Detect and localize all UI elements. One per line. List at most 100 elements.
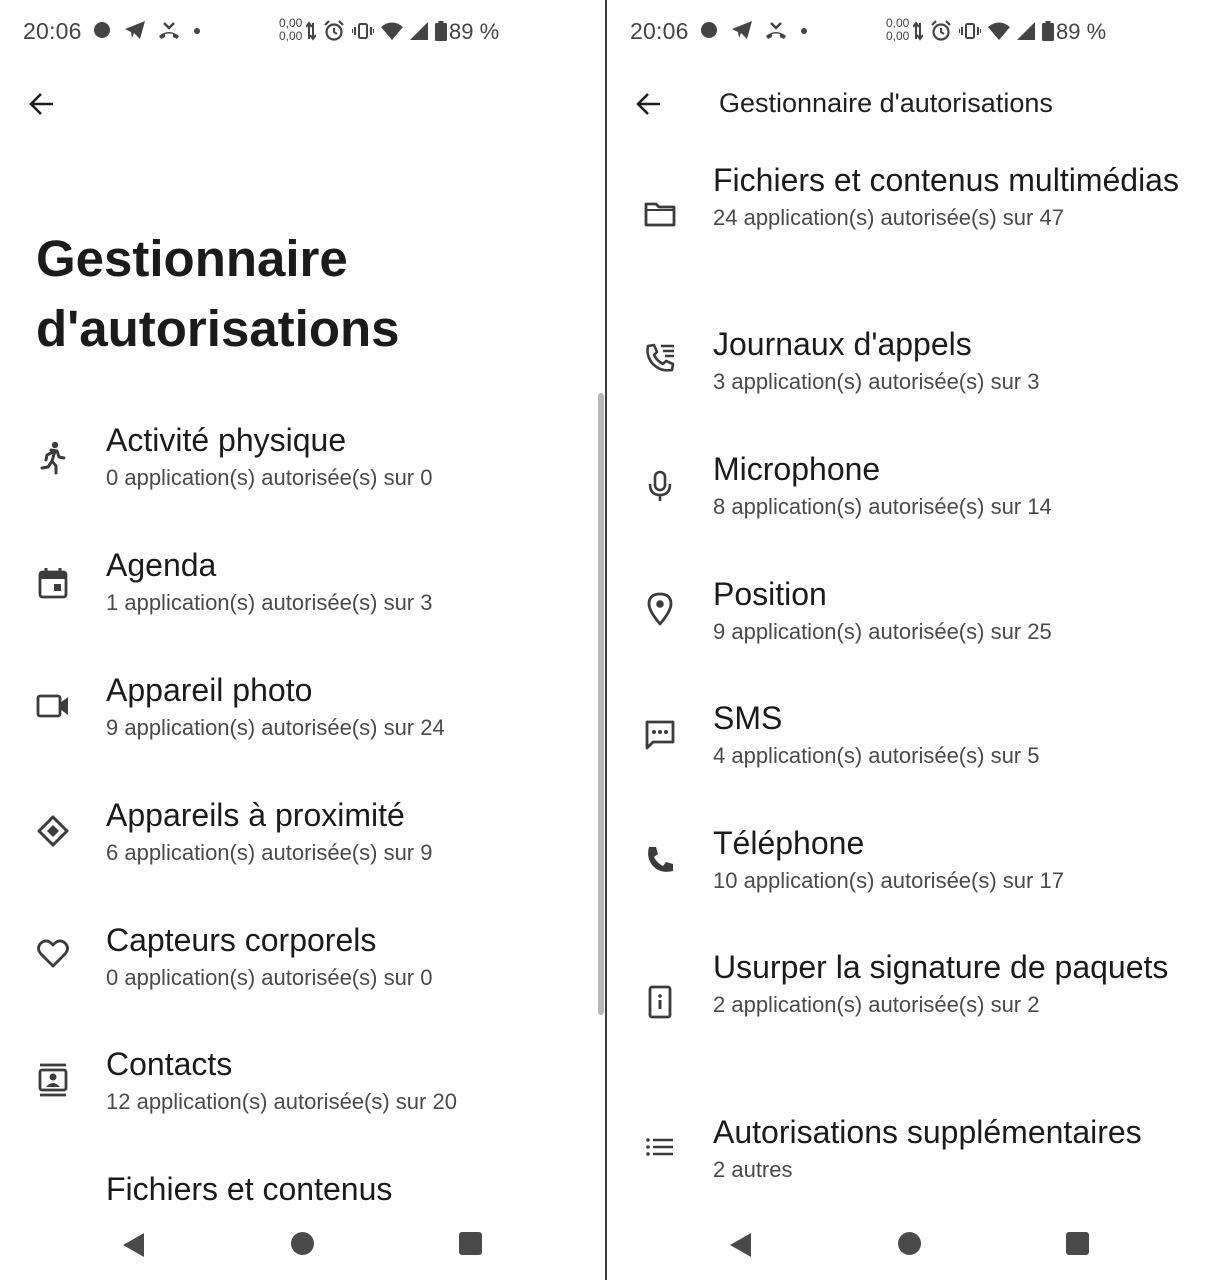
- permission-title: Autorisations supplémentaires: [713, 1114, 1142, 1150]
- battery-percent: 89 %: [449, 19, 500, 44]
- permission-count: 4 application(s) autorisée(s) sur 5: [713, 743, 1040, 768]
- battery-percent: 89 %: [1056, 19, 1107, 44]
- alarm-icon: [931, 20, 951, 41]
- permission-item-contacts[interactable]: Contacts 12 application(s) autorisée(s) …: [0, 1044, 606, 1154]
- battery-icon: [1042, 21, 1054, 41]
- permission-count: 9 application(s) autorisée(s) sur 25: [713, 619, 1052, 644]
- permission-title: Position: [713, 576, 827, 612]
- back-button[interactable]: [24, 86, 60, 122]
- permission-item-position[interactable]: Position 9 application(s) autorisée(s) s…: [607, 574, 1212, 684]
- nav-home-icon[interactable]: [898, 1232, 921, 1255]
- permission-item-fichiers-multimedias[interactable]: Fichiers et contenus multimédias 24 appl…: [607, 160, 1212, 280]
- package-signature-icon: [641, 983, 679, 1021]
- permission-item-journaux-appels[interactable]: Journaux d'appels 3 application(s) autor…: [607, 324, 1212, 434]
- permission-item-capteurs-corporels[interactable]: Capteurs corporels 0 application(s) auto…: [0, 920, 606, 1030]
- wifi-icon: [381, 22, 403, 40]
- arrow-back-icon: [636, 93, 660, 115]
- network-speed: 0,00 0,00: [886, 16, 910, 43]
- telegram-icon: [125, 21, 145, 39]
- camera-icon: [34, 687, 72, 725]
- vibrate-icon: [959, 23, 981, 39]
- messenger-icon: [701, 22, 717, 38]
- permission-item-usurper-signature[interactable]: Usurper la signature de paquets 2 applic…: [607, 947, 1212, 1067]
- permission-title: Activité physique: [106, 422, 347, 458]
- alarm-icon: [324, 20, 344, 41]
- walking-icon: [34, 439, 72, 477]
- permission-title: Contacts: [106, 1046, 233, 1082]
- list-icon: [641, 1128, 679, 1166]
- cell-signal-icon: [410, 22, 428, 40]
- permission-title: Fichiers et contenus: [106, 1171, 393, 1207]
- permission-item-telephone[interactable]: Téléphone 10 application(s) autorisée(s)…: [607, 823, 1212, 933]
- folder-icon: [641, 195, 679, 233]
- microphone-icon: [641, 467, 679, 505]
- status-bar: 20:06 0,00 0,00 89 %: [607, 0, 1212, 62]
- permission-title: Fichiers et contenus multimédias: [713, 162, 1179, 198]
- notification-icons: [92, 20, 202, 40]
- system-icons: [306, 20, 447, 42]
- navigation-bar: [607, 1218, 1212, 1280]
- permission-count: 0 application(s) autorisée(s) sur 0: [106, 965, 433, 990]
- permission-title: Appareil photo: [106, 672, 313, 708]
- permission-count: 12 application(s) autorisée(s) sur 20: [106, 1089, 457, 1114]
- contacts-icon: [34, 1061, 72, 1099]
- navigation-bar: [0, 1218, 606, 1280]
- permission-count: 2 autres: [713, 1157, 793, 1182]
- permission-count: 1 application(s) autorisée(s) sur 3: [106, 590, 433, 615]
- permission-title: Capteurs corporels: [106, 922, 377, 958]
- permission-count: 10 application(s) autorisée(s) sur 17: [713, 868, 1064, 893]
- nav-back-icon[interactable]: [122, 1232, 146, 1258]
- permission-item-activite-physique[interactable]: Activité physique 0 application(s) autor…: [0, 420, 606, 530]
- nav-back-icon[interactable]: [729, 1232, 753, 1258]
- call-log-icon: [641, 340, 679, 378]
- permission-title: SMS: [713, 700, 783, 736]
- battery-icon: [435, 21, 447, 41]
- nav-home-icon[interactable]: [291, 1232, 314, 1255]
- data-transfer-icon: [913, 21, 923, 41]
- toolbar-title: Gestionnaire d'autorisations: [719, 88, 1053, 118]
- system-icons: [913, 20, 1054, 42]
- permission-count: 9 application(s) autorisée(s) sur 24: [106, 715, 445, 740]
- permission-count: 6 application(s) autorisée(s) sur 9: [106, 840, 433, 865]
- cell-signal-icon: [1017, 22, 1035, 40]
- heart-icon: [34, 935, 72, 973]
- nav-recents-icon[interactable]: [459, 1232, 482, 1255]
- scrollbar[interactable]: [598, 393, 604, 1015]
- permission-item-agenda[interactable]: Agenda 1 application(s) autorisée(s) sur…: [0, 545, 606, 655]
- permission-item-sms[interactable]: SMS 4 application(s) autorisée(s) sur 5: [607, 698, 1212, 808]
- status-time: 20:06: [630, 18, 689, 44]
- phone-icon: [641, 841, 679, 879]
- permission-count: 0 application(s) autorisée(s) sur 0: [106, 465, 433, 490]
- permission-item-appareils-proximite[interactable]: Appareils à proximité 6 application(s) a…: [0, 795, 606, 905]
- page-title: Gestionnaire d'autorisations: [36, 230, 400, 357]
- vibrate-icon: [352, 23, 374, 39]
- permission-title: Microphone: [713, 451, 881, 487]
- dot-icon: [801, 28, 807, 34]
- calendar-icon: [34, 564, 72, 602]
- location-pin-icon: [641, 590, 679, 628]
- dot-icon: [194, 28, 200, 34]
- nearby-icon: [34, 812, 72, 850]
- missed-call-icon: [766, 22, 786, 39]
- messenger-icon: [94, 22, 110, 38]
- permission-title: Usurper la signature de paquets: [713, 949, 1169, 985]
- permission-title: Appareils à proximité: [106, 797, 405, 833]
- permission-title: Téléphone: [713, 825, 865, 861]
- missed-call-icon: [159, 22, 179, 39]
- nav-recents-icon[interactable]: [1066, 1232, 1089, 1255]
- permission-count: 3 application(s) autorisée(s) sur 3: [713, 369, 1040, 394]
- permission-item-appareil-photo[interactable]: Appareil photo 9 application(s) autorisé…: [0, 670, 606, 780]
- telegram-icon: [732, 21, 752, 39]
- permission-item-autorisations-supplementaires[interactable]: Autorisations supplémentaires 2 autres: [607, 1112, 1212, 1202]
- permission-count: 2 application(s) autorisée(s) sur 2: [713, 992, 1040, 1017]
- back-button[interactable]: [631, 86, 667, 122]
- notification-icons: [699, 20, 809, 40]
- permission-title: Agenda: [106, 547, 217, 583]
- permission-title: Journaux d'appels: [713, 326, 972, 362]
- data-transfer-icon: [306, 21, 316, 41]
- sms-icon: [641, 716, 679, 754]
- status-bar: 20:06 0,00 0,00 89 %: [0, 0, 606, 62]
- permission-count: 8 application(s) autorisée(s) sur 14: [713, 494, 1052, 519]
- permission-item-microphone[interactable]: Microphone 8 application(s) autorisée(s)…: [607, 449, 1212, 559]
- right-screen: 20:06 0,00 0,00 89 % Gestionnaire d'auto…: [607, 0, 1212, 1280]
